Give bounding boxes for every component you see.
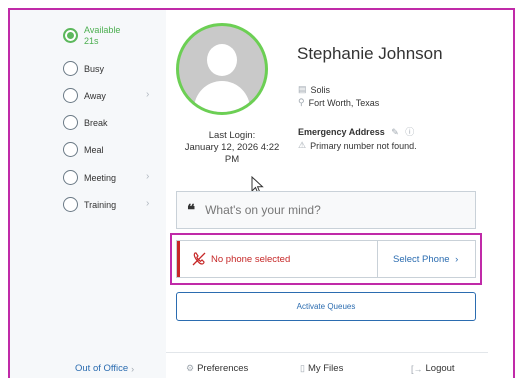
avatar-body-shape [194, 81, 250, 112]
emergency-row: ⚠ Primary number not found. [298, 140, 417, 151]
status-radio-meal[interactable] [63, 142, 78, 157]
my-files-label: My Files [307, 363, 344, 374]
status-label-break: Break [84, 118, 108, 128]
status-radio-busy[interactable] [63, 61, 78, 76]
my-files-link[interactable]: ▯ My Files [300, 363, 343, 374]
out-of-office-link[interactable]: Out of Office › [75, 363, 134, 374]
footer-divider [166, 352, 488, 353]
status-radio-meeting[interactable] [63, 170, 78, 185]
quote-icon: ❝ [187, 201, 196, 219]
emergency-title-row: Emergency Address ✎ ⓘ [298, 125, 414, 138]
phone-selector: No phone selected Select Phone › [176, 240, 476, 278]
emergency-title: Emergency Address [298, 127, 385, 137]
last-login-label: Last Login: [208, 130, 256, 141]
logout-icon: [→ [411, 363, 423, 374]
file-icon: ▯ [300, 363, 305, 373]
out-of-office-label: Out of Office [75, 363, 129, 374]
status-label-away: Away [84, 91, 106, 101]
logout-label: Logout [425, 363, 455, 374]
building-icon: ▤ [298, 84, 307, 94]
gear-icon: ⚙ [186, 363, 195, 373]
no-phone-text: No phone selected [211, 254, 291, 265]
phone-error-bar [177, 241, 180, 277]
activate-queues-button[interactable]: Activate Queues [176, 292, 476, 321]
emergency-text: Primary number not found. [310, 140, 417, 151]
status-label-meeting: Meeting [84, 173, 117, 183]
chevron-right-icon: › [146, 171, 150, 182]
status-label-meal: Meal [84, 145, 104, 155]
logout-link[interactable]: [→ Logout [411, 363, 455, 374]
chevron-right-icon: › [455, 254, 459, 265]
phone-off-icon [192, 252, 206, 266]
status-radio-away[interactable] [63, 88, 78, 103]
select-phone-button[interactable]: Select Phone › [393, 254, 458, 265]
chevron-right-icon: › [146, 89, 150, 100]
status-radio-available[interactable] [63, 28, 78, 43]
chevron-right-icon: › [131, 363, 135, 374]
help-icon[interactable]: ⓘ [405, 127, 414, 137]
status-composer-input[interactable]: ❝ What's on your mind? [176, 191, 476, 229]
company-row: ▤ Solis [298, 84, 330, 95]
location-row: ⚲ Fort Worth, Texas [298, 97, 379, 108]
avatar-head-shape [207, 44, 237, 76]
status-label-busy: Busy [84, 64, 105, 74]
edit-pencil-icon[interactable]: ✎ [391, 127, 399, 137]
preferences-link[interactable]: ⚙ Preferences [186, 363, 248, 374]
preferences-label: Preferences [197, 363, 249, 374]
warning-icon: ⚠ [298, 140, 307, 150]
last-login-value: January 12, 2026 4:22 PM [184, 142, 280, 165]
composer-placeholder: What's on your mind? [205, 203, 321, 217]
avatar[interactable] [176, 23, 268, 115]
status-label-available: Available [84, 25, 121, 35]
company-name: Solis [310, 84, 331, 95]
select-phone-label: Select Phone [393, 254, 450, 265]
profile-name: Stephanie Johnson [297, 44, 443, 63]
status-timer: 21s [84, 36, 99, 46]
status-radio-break[interactable] [63, 115, 78, 130]
location-text: Fort Worth, Texas [308, 97, 380, 108]
chevron-right-icon: › [146, 198, 150, 209]
phone-divider [377, 241, 378, 277]
status-label-training: Training [84, 200, 117, 210]
last-login: Last Login: January 12, 2026 4:22 PM [180, 130, 284, 166]
status-radio-training[interactable] [63, 197, 78, 212]
location-pin-icon: ⚲ [298, 97, 305, 107]
